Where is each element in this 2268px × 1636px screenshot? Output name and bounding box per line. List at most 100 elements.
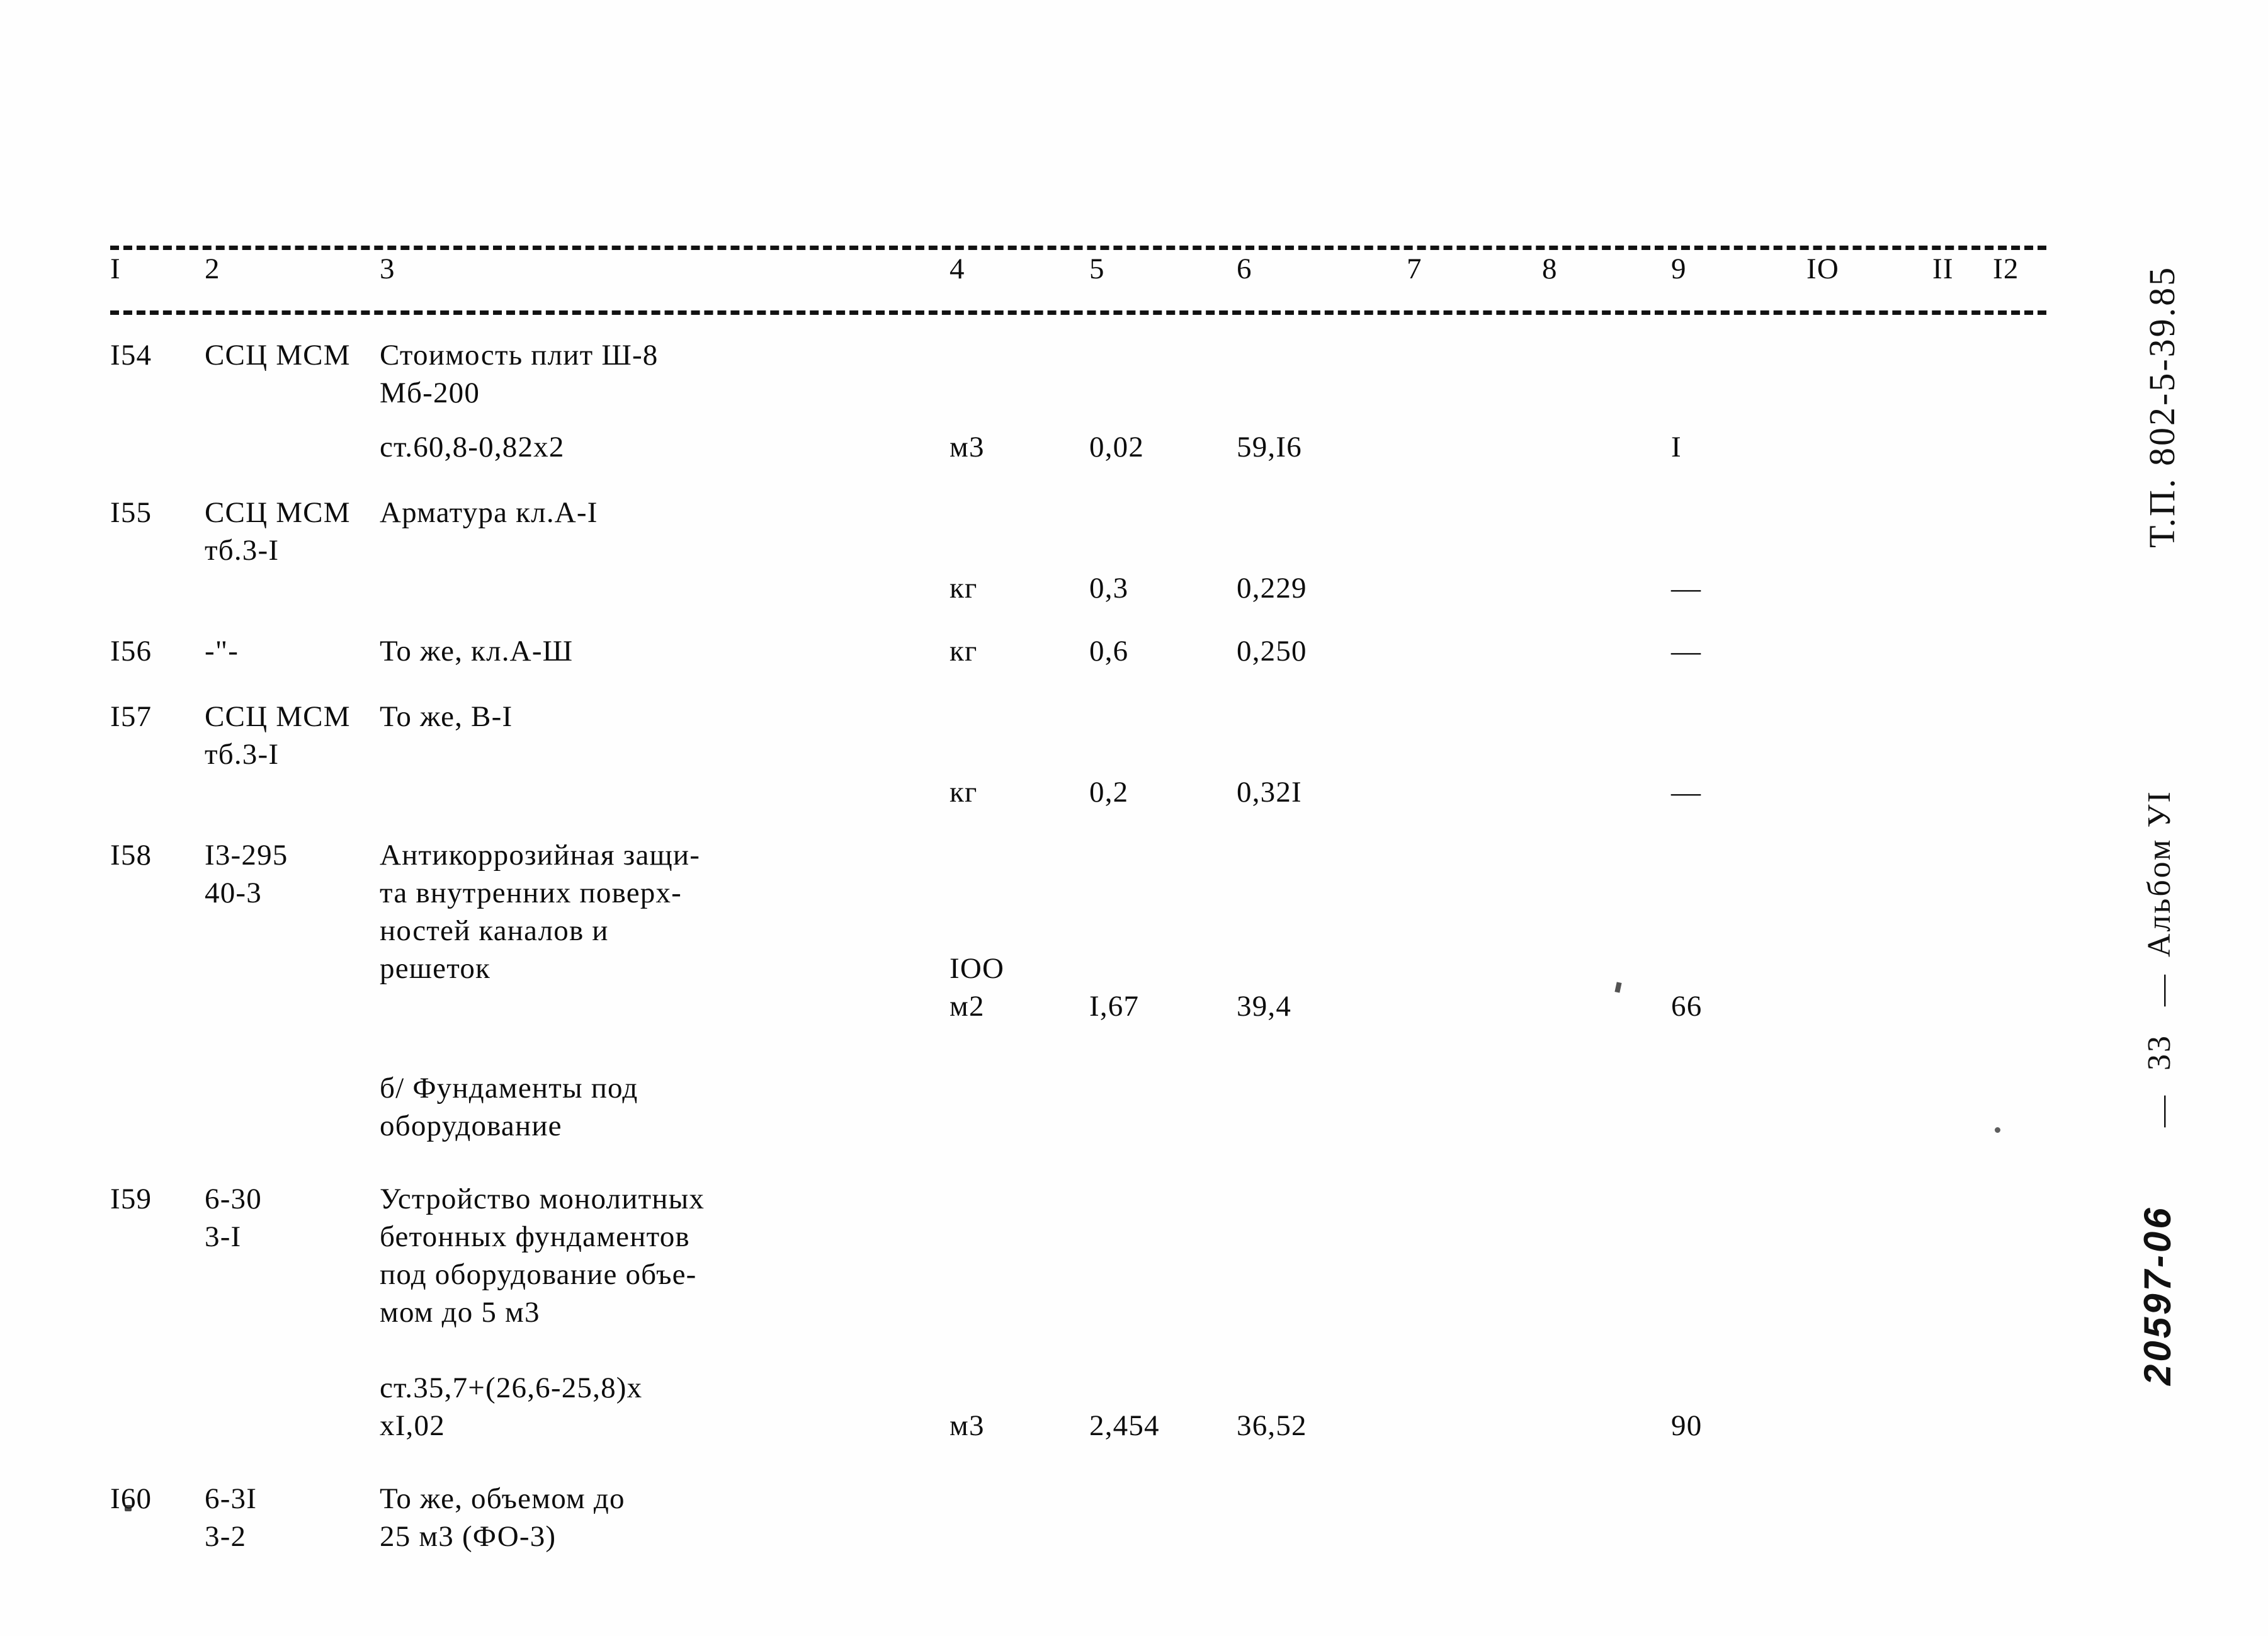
row-col12 bbox=[1993, 773, 2046, 811]
section-col7-blank bbox=[1407, 1069, 1542, 1145]
row-col11 bbox=[1932, 569, 1993, 607]
row-col6: 59,I6 bbox=[1237, 431, 1302, 463]
row-col7 bbox=[1407, 632, 1542, 670]
row-col8 bbox=[1542, 569, 1671, 607]
row-code: 6-3I 3-2 bbox=[205, 1482, 258, 1553]
row-code-blank bbox=[205, 569, 380, 607]
row-col12 bbox=[1993, 569, 2046, 607]
row-col9-top bbox=[1671, 698, 1806, 773]
row-col6-top bbox=[1237, 494, 1407, 569]
row-col6: 0,250 bbox=[1237, 635, 1307, 667]
column-header-9: 9 bbox=[1671, 253, 1687, 285]
row-col10 bbox=[1806, 569, 1932, 607]
row-col8 bbox=[1542, 836, 1671, 1025]
row-col5-top bbox=[1089, 1180, 1237, 1331]
row-col7-top bbox=[1407, 494, 1542, 569]
row-number: I58 bbox=[110, 839, 152, 872]
row-col10-top bbox=[1806, 698, 1932, 773]
scan-speck bbox=[125, 1505, 132, 1511]
row-description: Антикоррозийная защи- та внутренних пове… bbox=[380, 839, 701, 985]
row-col9: 90 bbox=[1671, 1409, 1703, 1442]
section-col8-blank bbox=[1542, 1069, 1671, 1145]
row-col6 bbox=[1237, 1480, 1407, 1555]
row-col5 bbox=[1089, 336, 1237, 412]
row-col11 bbox=[1932, 1480, 1993, 1555]
row-description: То же, кл.А-Ш bbox=[380, 635, 574, 667]
row-number-blank bbox=[110, 569, 205, 607]
row-col9 bbox=[1671, 336, 1806, 412]
margin-type-project: Т.П. 802-5-39.85 bbox=[2141, 265, 2182, 548]
row-col5-top bbox=[1089, 698, 1237, 773]
row-col10 bbox=[1806, 773, 1932, 811]
row-unit-top bbox=[950, 494, 1089, 569]
column-header-7: 7 bbox=[1407, 253, 1422, 285]
row-spacer bbox=[110, 1025, 2046, 1069]
scanned-page: I 2 3 4 5 6 7 8 9 IO II I2 I54 ССЦ МСМ С… bbox=[0, 0, 2268, 1636]
row-col10-top bbox=[1806, 1180, 1932, 1331]
row-col7 bbox=[1407, 336, 1542, 412]
row-col11-top bbox=[1932, 698, 1993, 773]
row-desc-blank bbox=[380, 773, 950, 811]
row-col6: 36,52 bbox=[1237, 1409, 1307, 1442]
row-col9: 66 bbox=[1671, 990, 1703, 1023]
row-number: I59 bbox=[110, 1183, 152, 1215]
section-number-blank bbox=[110, 1069, 205, 1145]
row-col5: 0,02 bbox=[1089, 431, 1145, 463]
table-row: I57 ССЦ МСМ тб.3-I То же, В-I bbox=[110, 698, 2046, 773]
row-formula: ст.60,8-0,82х2 bbox=[380, 431, 565, 463]
column-header-6: 6 bbox=[1237, 253, 1252, 285]
row-col9: — bbox=[1671, 572, 1702, 605]
table-header-bottom-dashed-rule bbox=[110, 310, 2046, 315]
column-header-5: 5 bbox=[1089, 253, 1105, 285]
row-col5: I,67 bbox=[1089, 990, 1140, 1023]
spacer-cell bbox=[110, 1025, 2046, 1069]
row-code-ditto: -"- bbox=[205, 635, 239, 667]
section-col12-blank bbox=[1993, 1069, 2046, 1145]
section-col5-blank bbox=[1089, 1069, 1237, 1145]
row-col11-top bbox=[1932, 1180, 1993, 1331]
row-spacer bbox=[110, 811, 2046, 836]
row-col9: — bbox=[1671, 776, 1702, 809]
row-col8 bbox=[1542, 1480, 1671, 1555]
row-col6: 0,229 bbox=[1237, 572, 1307, 605]
row-col11 bbox=[1932, 1369, 1993, 1445]
margin-page-number: 33 bbox=[2141, 1034, 2177, 1071]
row-spacer bbox=[110, 466, 2046, 494]
row-number: I56 bbox=[110, 635, 152, 667]
row-number: I60 bbox=[110, 1482, 152, 1515]
table-row-values: кг 0,2 0,32I — bbox=[110, 773, 2046, 811]
row-code-blank bbox=[205, 428, 380, 466]
row-code: I3-295 40-3 bbox=[205, 839, 288, 909]
spacer-cell bbox=[110, 670, 2046, 698]
column-header-11: II bbox=[1932, 253, 1954, 285]
row-col10-top bbox=[1806, 494, 1932, 569]
row-col8-top bbox=[1542, 494, 1671, 569]
row-col12-top bbox=[1993, 1180, 2046, 1331]
row-col11 bbox=[1932, 336, 1993, 412]
section-col9-blank bbox=[1671, 1069, 1806, 1145]
row-formula: ст.35,7+(26,6-25,8)х хI,02 bbox=[380, 1372, 643, 1442]
spacer-cell bbox=[110, 811, 2046, 836]
row-col10 bbox=[1806, 336, 1932, 412]
table-row: I54 ССЦ МСМ Стоимость плит Ш-8 Мб-200 bbox=[110, 336, 2046, 412]
table-row: I55 ССЦ МСМ тб.3-I Арматура кл.А-I bbox=[110, 494, 2046, 569]
row-col10 bbox=[1806, 836, 1932, 1025]
column-header-3: 3 bbox=[380, 253, 395, 285]
row-col5-top bbox=[1089, 494, 1237, 569]
row-col7-top bbox=[1407, 698, 1542, 773]
row-spacer bbox=[110, 412, 2046, 428]
row-unit: IOO м2 bbox=[950, 952, 1005, 1023]
row-desc-blank bbox=[380, 569, 950, 607]
row-col12 bbox=[1993, 1480, 2046, 1555]
margin-album: Альбом УI bbox=[2141, 790, 2177, 957]
section-col10-blank bbox=[1806, 1069, 1932, 1145]
margin-dash-right: — bbox=[2144, 1096, 2179, 1127]
row-spacer bbox=[110, 1145, 2046, 1180]
row-spacer bbox=[110, 1331, 2046, 1369]
row-unit: кг bbox=[950, 776, 978, 809]
spacer-cell bbox=[110, 1331, 2046, 1369]
row-code: 6-30 3-I bbox=[205, 1183, 262, 1253]
row-col8 bbox=[1542, 773, 1671, 811]
margin-archive-code: 20597-06 bbox=[2136, 1205, 2179, 1385]
row-col7 bbox=[1407, 428, 1542, 466]
